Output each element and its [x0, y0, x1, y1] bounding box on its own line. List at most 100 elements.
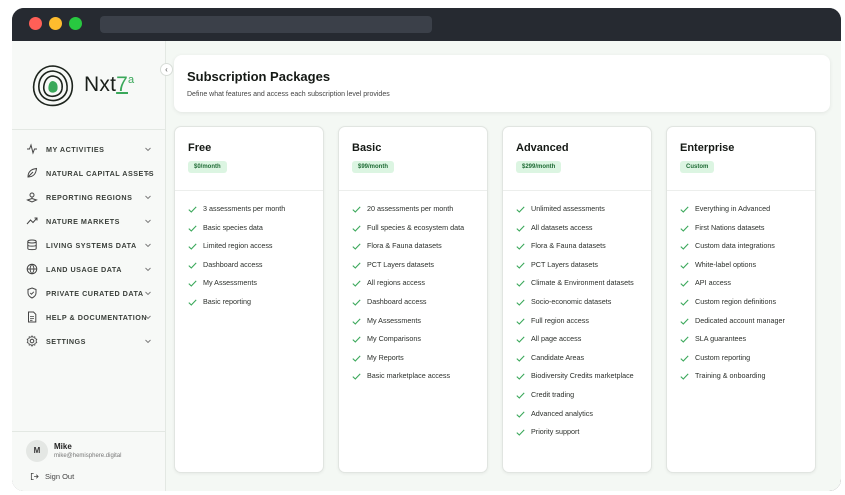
- sidebar-item-natural-capital-assets[interactable]: NATURAL CAPITAL ASSETS: [12, 161, 166, 185]
- chevron-down-icon: [145, 243, 151, 248]
- chevron-down-icon: [145, 339, 151, 344]
- sidebar-item-nature-markets[interactable]: NATURE MARKETS: [12, 209, 166, 233]
- feature-label: Flora & Fauna datasets: [531, 241, 606, 251]
- sign-out-icon: [30, 472, 39, 481]
- feature-item: Everything in Advanced: [680, 204, 812, 214]
- feature-label: Biodiversity Credits marketplace: [531, 371, 634, 381]
- feature-item: First Nations datasets: [680, 223, 812, 233]
- feature-label: Full region access: [531, 315, 589, 325]
- sidebar-item-land-usage-data[interactable]: LAND USAGE DATA: [12, 257, 166, 281]
- sidebar-item-label: SETTINGS: [46, 336, 86, 346]
- feature-label: Dashboard access: [203, 259, 263, 269]
- main-content: Subscription Packages Define what featur…: [166, 41, 841, 491]
- feature-label: All page access: [531, 334, 582, 344]
- feature-item: All regions access: [352, 278, 484, 288]
- feature-item: PCT Layers datasets: [516, 260, 648, 270]
- check-icon: [352, 299, 361, 306]
- plan-name: Free: [188, 142, 212, 154]
- feature-item: 3 assessments per month: [188, 204, 320, 214]
- feature-item: My Assessments: [352, 316, 484, 326]
- feature-item: Limited region access: [188, 241, 320, 251]
- feature-label: Credit trading: [531, 389, 575, 399]
- sidebar-item-help-documentation[interactable]: HELP & DOCUMENTATION: [12, 305, 166, 329]
- contour-logo-icon: [32, 65, 74, 107]
- feature-list: 3 assessments per month Basic species dat…: [188, 204, 320, 316]
- check-icon: [516, 206, 525, 213]
- database-icon: [26, 239, 38, 251]
- sidebar-item-private-curated-data[interactable]: PRIVATE CURATED DATA: [12, 281, 166, 305]
- sidebar-item-living-systems-data[interactable]: LIVING SYSTEMS DATA: [12, 233, 166, 257]
- feature-label: Basic reporting: [203, 296, 251, 306]
- check-icon: [680, 280, 689, 288]
- chevron-down-icon: [145, 171, 151, 176]
- plan-card-enterprise[interactable]: Enterprise Custom Everything in Advanced Fi…: [666, 126, 816, 473]
- check-icon: [352, 280, 361, 288]
- check-icon: [516, 336, 525, 343]
- plan-card-basic[interactable]: Basic $99/month 20 assessments per month Fu…: [338, 126, 488, 473]
- price-badge: $299/month: [516, 161, 562, 173]
- feature-label: White-label options: [695, 259, 757, 269]
- user-name: Mike: [54, 442, 72, 451]
- check-icon: [680, 299, 689, 306]
- feature-item: Biodiversity Credits marketplace: [516, 371, 648, 381]
- feature-label: PCT Layers datasets: [531, 259, 598, 269]
- feature-label: Basic species data: [203, 222, 263, 232]
- plan-card-advanced[interactable]: Advanced $299/month Unlimited assessments A…: [502, 126, 652, 473]
- sidebar-item-my-activities[interactable]: MY ACTIVITIES: [12, 137, 166, 161]
- address-bar[interactable]: [100, 16, 432, 33]
- check-icon: [516, 392, 525, 399]
- check-icon: [352, 355, 361, 362]
- check-icon: [516, 429, 525, 436]
- feature-label: My Comparisons: [367, 334, 421, 344]
- feature-label: My Assessments: [203, 278, 257, 288]
- brand-wordmark: Nxt7a: [84, 73, 134, 97]
- maximize-window-button[interactable]: [69, 17, 82, 30]
- sidebar-item-label: REPORTING REGIONS: [46, 192, 133, 202]
- plan-name: Advanced: [516, 142, 569, 154]
- page-title: Subscription Packages: [187, 69, 331, 84]
- minimize-window-button[interactable]: [49, 17, 62, 30]
- check-icon: [680, 336, 689, 343]
- feature-label: Advanced analytics: [531, 408, 593, 418]
- sign-out-button[interactable]: Sign Out: [30, 472, 74, 481]
- check-icon: [188, 225, 197, 232]
- feature-label: Basic marketplace access: [367, 371, 451, 381]
- feature-label: Training & onboarding: [695, 371, 766, 381]
- check-icon: [188, 243, 197, 250]
- check-icon: [680, 318, 689, 325]
- check-icon: [516, 225, 525, 232]
- feature-label: My Assessments: [367, 315, 421, 325]
- document-icon: [26, 311, 38, 323]
- check-icon: [188, 206, 197, 213]
- chevron-down-icon: [145, 315, 151, 320]
- check-icon: [680, 243, 689, 250]
- feature-label: Dedicated account manager: [695, 315, 785, 325]
- sidebar-item-label: MY ACTIVITIES: [46, 144, 105, 154]
- sidebar-item-label: HELP & DOCUMENTATION: [46, 312, 148, 322]
- avatar[interactable]: M: [26, 440, 48, 462]
- browser-window: Nxt7a ‹ MY ACTIVITIES NATURAL CAPITAL AS…: [12, 8, 841, 491]
- feature-item: Training & onboarding: [680, 371, 812, 381]
- feature-label: Socio-economic datasets: [531, 296, 612, 306]
- title-bar: [12, 8, 841, 41]
- plan-name: Enterprise: [680, 142, 735, 154]
- plan-name: Basic: [352, 142, 382, 154]
- chevron-left-icon: ‹: [165, 65, 168, 74]
- check-icon: [188, 262, 197, 269]
- brand-logo[interactable]: Nxt7a: [30, 59, 150, 115]
- feature-item: SLA guarantees: [680, 334, 812, 344]
- feature-item: Dedicated account manager: [680, 316, 812, 326]
- feature-item: Socio-economic datasets: [516, 297, 648, 307]
- feature-item: Flora & Fauna datasets: [352, 241, 484, 251]
- sidebar-item-reporting-regions[interactable]: REPORTING REGIONS: [12, 185, 166, 209]
- feature-item: Basic marketplace access: [352, 371, 484, 381]
- sidebar-collapse-button[interactable]: ‹: [160, 63, 173, 76]
- check-icon: [352, 318, 361, 325]
- card-divider: [175, 190, 323, 191]
- chevron-down-icon: [145, 291, 151, 296]
- feature-item: Custom data integrations: [680, 241, 812, 251]
- close-window-button[interactable]: [29, 17, 42, 30]
- sidebar-item-settings[interactable]: SETTINGS: [12, 329, 166, 353]
- feature-item: My Assessments: [188, 278, 320, 288]
- plan-card-free[interactable]: Free $0/month 3 assessments per month Basic…: [174, 126, 324, 473]
